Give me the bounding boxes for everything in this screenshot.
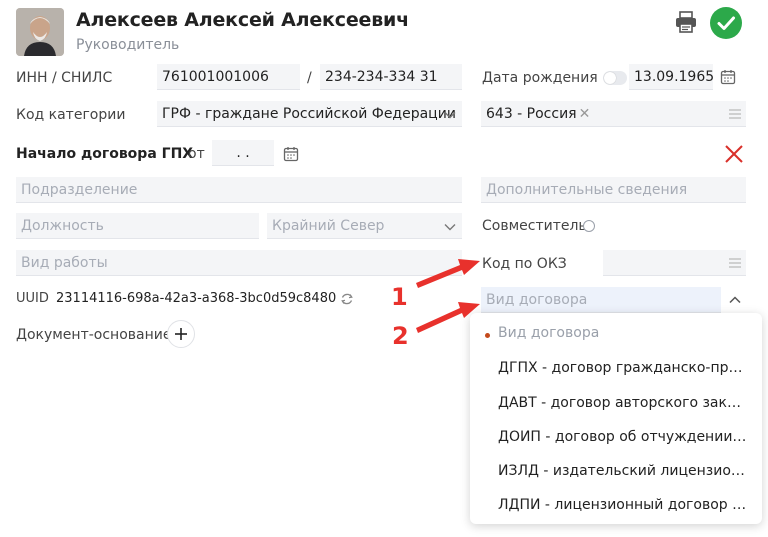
close-icon[interactable] — [724, 144, 744, 164]
confirm-button[interactable] — [710, 7, 742, 39]
from-label: от — [188, 146, 205, 162]
contract-type-select[interactable]: Вид договора — [481, 287, 721, 313]
employee-role: Руководитель — [76, 37, 180, 53]
refresh-icon[interactable] — [340, 292, 354, 306]
calendar-icon[interactable] — [720, 69, 736, 85]
contract-start-label: Начало договора ГПХ — [16, 146, 194, 162]
avatar — [16, 8, 64, 56]
basis-document-label: Документ-основание — [16, 327, 172, 343]
okz-input[interactable] — [603, 250, 746, 276]
country-field[interactable]: 643 - Россия ✕ — [481, 101, 746, 127]
employee-name: Алексеев Алексей Алексеевич — [76, 9, 409, 31]
snils-input[interactable]: 234-234-334 31 — [320, 64, 462, 90]
chevron-down-icon[interactable] — [443, 220, 457, 234]
inn-snils-label: ИНН / СНИЛС — [16, 70, 113, 86]
dropdown-option[interactable]: ИЗЛД - издательский лицензионный договор — [498, 463, 748, 479]
category-select[interactable]: ГРФ - граждане Российской Федерации — [157, 101, 462, 127]
chevron-down-icon[interactable] — [443, 108, 457, 122]
dropdown-option[interactable]: Вид договора — [498, 325, 748, 341]
plus-icon — [175, 328, 187, 340]
far-north-select[interactable]: Крайний Север — [267, 213, 462, 239]
part-time-label: Совместитель — [482, 218, 587, 234]
annotation-number-2: 2 — [392, 322, 409, 350]
okz-label: Код по ОКЗ — [482, 256, 567, 272]
dropdown-option[interactable]: ЛДПИ - лицензионный договор о предоставл… — [498, 497, 748, 513]
annotation-number-1: 1 — [391, 283, 408, 311]
dropdown-option[interactable]: ДАВТ - договор авторского заказа — [498, 395, 748, 411]
add-document-button[interactable] — [167, 320, 195, 348]
dropdown-option[interactable]: ДОИП - договор об отчуждении исключитель… — [498, 429, 748, 445]
subdivision-input[interactable]: Подразделение — [16, 177, 462, 203]
dropdown-option[interactable]: ДГПХ - договор гражданско-правового хара… — [498, 360, 748, 376]
calendar-icon[interactable] — [283, 146, 299, 162]
uuid-label: UUID — [16, 291, 49, 306]
contract-type-dropdown: Вид договора ДГПХ - договор гражданско-п… — [470, 313, 762, 524]
birth-date-label: Дата рождения — [482, 70, 598, 86]
inn-input[interactable]: 761001001006 — [157, 64, 300, 90]
list-icon[interactable] — [728, 257, 742, 269]
remove-tag-icon[interactable]: ✕ — [579, 106, 591, 122]
extra-info-input[interactable]: Дополнительные сведения — [481, 177, 746, 203]
separator-label: / — [307, 70, 312, 86]
category-label: Код категории — [16, 107, 126, 123]
list-icon[interactable] — [728, 108, 742, 120]
chevron-up-icon[interactable] — [728, 293, 742, 307]
part-time-checkbox[interactable] — [583, 220, 595, 232]
check-icon — [717, 16, 735, 30]
birth-date-toggle[interactable] — [603, 71, 627, 85]
position-input[interactable]: Должность — [16, 213, 259, 239]
birth-date-input[interactable]: 13.09.1965 — [629, 64, 713, 90]
contract-start-date-input[interactable]: . . — [212, 140, 274, 166]
country-tag: 643 - Россия — [486, 106, 577, 122]
print-icon[interactable] — [674, 11, 698, 33]
uuid-value: 23114116-698a-42a3-a368-3bc0d59c8480 — [56, 291, 337, 306]
